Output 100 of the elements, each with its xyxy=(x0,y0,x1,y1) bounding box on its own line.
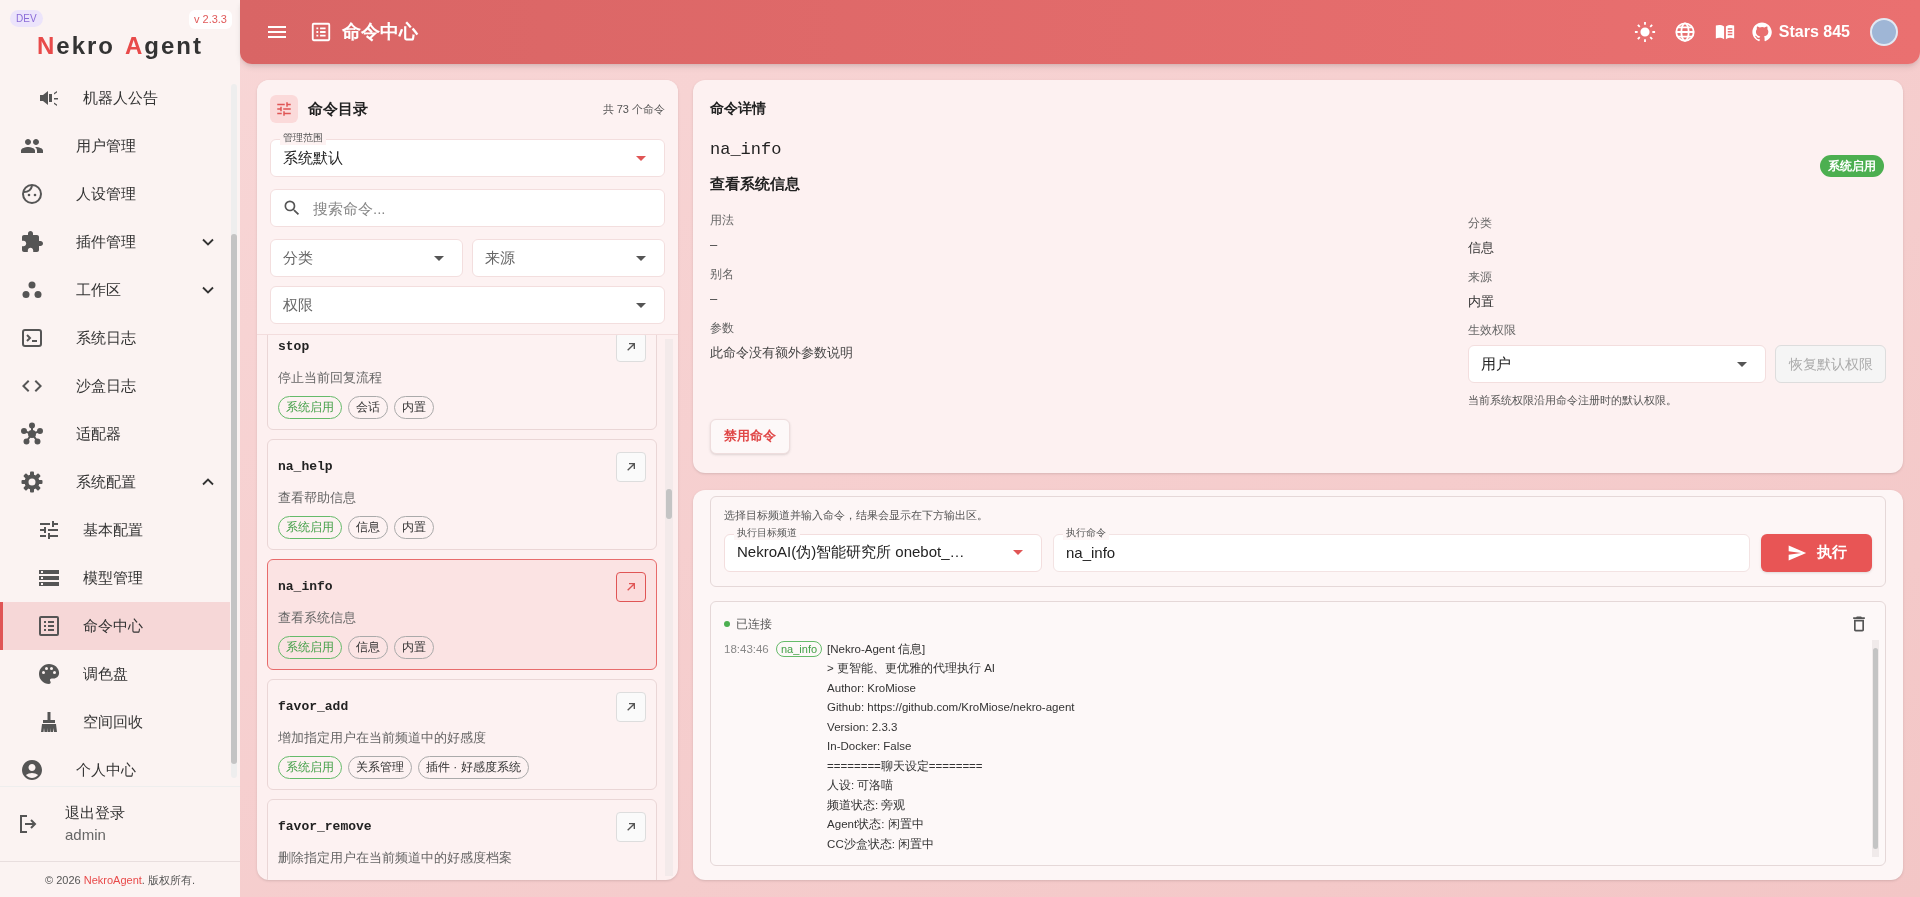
sidebar-item[interactable]: 个人中心 xyxy=(0,746,230,786)
input-hint: 选择目标频道并输入命令，结果会显示在下方输出区。 xyxy=(724,508,989,523)
disable-command-button[interactable]: 禁用命令 xyxy=(710,418,790,454)
sidebar-item[interactable]: 沙盒日志 xyxy=(0,362,230,410)
search-field[interactable]: 搜索命令... xyxy=(270,189,665,227)
sidebar-item[interactable]: 人设管理 xyxy=(0,170,230,218)
sidebar-item[interactable]: 系统日志 xyxy=(0,314,230,362)
sidebar-item[interactable]: 空间回收 xyxy=(0,698,230,746)
command-card[interactable]: favor_remove 删除指定用户在当前频道中的好感度档案 xyxy=(267,799,657,880)
person-icon xyxy=(20,758,44,782)
log-time: 18:43:46 xyxy=(724,641,770,657)
puzzle-piece-icon xyxy=(20,230,44,254)
sliders-icon xyxy=(37,518,61,542)
palette-icon xyxy=(37,662,61,686)
sidebar-item[interactable]: 基本配置 xyxy=(0,506,230,554)
field-label: 来源 xyxy=(1468,269,1493,286)
command-name: na_help xyxy=(278,458,333,477)
command-card[interactable]: na_info 查看系统信息 系统启用 信息 内置 xyxy=(267,559,657,670)
field-value: – xyxy=(710,290,719,308)
log-line: 频道状态: 旁观 xyxy=(827,797,907,813)
run-button[interactable]: 执行 xyxy=(1761,533,1872,572)
status-badge: 系统启用 xyxy=(1820,155,1884,177)
field-label: 管理范围 xyxy=(280,131,326,145)
command-name: na_info xyxy=(710,139,783,161)
log-line: ========聊天设定======== xyxy=(827,758,984,774)
sliders-icon xyxy=(275,100,293,118)
command-description: 查看系统信息 xyxy=(278,609,357,627)
field-label: 生效权限 xyxy=(1468,322,1517,339)
sidebar-item[interactable]: 插件管理 xyxy=(0,218,230,266)
sidebar-item[interactable]: 用户管理 xyxy=(0,122,230,170)
field-label: 分类 xyxy=(1468,215,1493,232)
list-icon xyxy=(310,21,332,43)
catalog-title: 命令目录 xyxy=(308,98,368,119)
copyright-link[interactable]: NekroAgent xyxy=(83,874,142,886)
command-card[interactable]: stop 停止当前回复流程 系统启用 会话 内置 xyxy=(267,335,657,430)
field-value: 内置 xyxy=(1468,293,1495,311)
caret-icon xyxy=(636,255,646,261)
field-label: 别名 xyxy=(710,266,735,283)
open-button[interactable] xyxy=(616,572,646,602)
log-line: [Nekro-Agent 信息] xyxy=(827,641,927,657)
list-icon xyxy=(37,614,61,638)
command-name: stop xyxy=(278,338,310,357)
log-line: Author: KroMiose xyxy=(827,680,917,696)
field-label: 执行目标频道 xyxy=(734,525,800,540)
filter-select[interactable]: 分类 xyxy=(270,239,463,277)
sidebar-item[interactable]: 适配器 xyxy=(0,410,230,458)
sidebar-item[interactable]: 工作区 xyxy=(0,266,230,314)
caret-icon xyxy=(636,155,646,161)
avatar[interactable] xyxy=(1870,18,1898,46)
command-description: 查看系统信息 xyxy=(710,173,800,194)
command-description: 查看帮助信息 xyxy=(278,489,357,507)
field-label: 执行命令 xyxy=(1063,525,1109,540)
command-count: 共 73 个命令 xyxy=(602,101,665,117)
sidebar-item[interactable]: 调色盘 xyxy=(0,650,230,698)
field-label: 用法 xyxy=(710,212,735,229)
permission-select[interactable]: 用户 xyxy=(1468,345,1766,383)
log-line: Version: 2.3.3 xyxy=(827,719,899,735)
github-icon xyxy=(1750,21,1773,43)
brightness-icon xyxy=(1633,21,1656,43)
log-line: CC沙盒状态: 闲置中 xyxy=(827,836,936,852)
caret-icon xyxy=(434,255,444,261)
log-line: Github: https://github.com/KroMiose/nekro-agent xyxy=(827,700,1075,715)
sidebar-item[interactable]: 机器人公告 xyxy=(0,74,230,122)
permission-hint: 当前系统权限沿用命令注册时的默认权限。 xyxy=(1468,393,1678,408)
command-description: 停止当前回复流程 xyxy=(278,369,383,387)
field-label: 参数 xyxy=(710,320,735,337)
settings-icon xyxy=(20,470,44,494)
scrollbar-thumb[interactable] xyxy=(1873,647,1878,849)
command-name: na_info xyxy=(278,578,333,597)
log-line: 人设: 可洛喵 xyxy=(827,778,895,793)
scrollbar-thumb[interactable] xyxy=(666,489,672,519)
command-card[interactable]: na_help 查看帮助信息 系统启用 信息 内置 xyxy=(267,439,657,550)
caret-icon xyxy=(1737,361,1747,367)
filter-select[interactable]: 来源 xyxy=(472,239,665,277)
command-description: 删除指定用户在当前频道中的好感度档案 xyxy=(278,849,513,867)
sidebar-item[interactable]: 系统配置 xyxy=(0,458,230,506)
username: admin xyxy=(65,825,107,845)
sidebar-item[interactable]: 命令中心 xyxy=(0,602,230,650)
field-value: – xyxy=(710,236,719,254)
connection-status: 已连接 xyxy=(736,615,772,633)
caret-icon xyxy=(1013,550,1023,555)
log-line: Agent状态: 闲置中 xyxy=(827,817,925,832)
globe-icon xyxy=(1673,21,1696,43)
filter-select[interactable]: 权限 xyxy=(270,286,665,324)
hub-icon xyxy=(20,422,44,446)
logout-label: 退出登录 xyxy=(65,802,125,823)
log-line: In-Docker: False xyxy=(827,739,913,754)
field-value: 此命令没有额外参数说明 xyxy=(710,344,854,362)
sidebar-item[interactable]: 模型管理 xyxy=(0,554,230,602)
version-badge: v 2.3.3 xyxy=(188,10,232,29)
command-name: favor_remove xyxy=(278,818,372,837)
panel-title: 命令详情 xyxy=(710,99,767,118)
search-icon xyxy=(282,198,302,218)
face-icon xyxy=(20,182,44,206)
scrollbar-thumb[interactable] xyxy=(231,234,237,764)
app-logo: Nekro Agent xyxy=(36,31,204,61)
command-card[interactable]: favor_add 增加指定用户在当前频道中的好感度 系统启用 关系管理 插件 · 好感度系统 xyxy=(267,679,657,790)
command-name: favor_add xyxy=(278,698,349,717)
caret-icon xyxy=(636,302,646,308)
command-description: 增加指定用户在当前频道中的好感度 xyxy=(278,729,487,747)
